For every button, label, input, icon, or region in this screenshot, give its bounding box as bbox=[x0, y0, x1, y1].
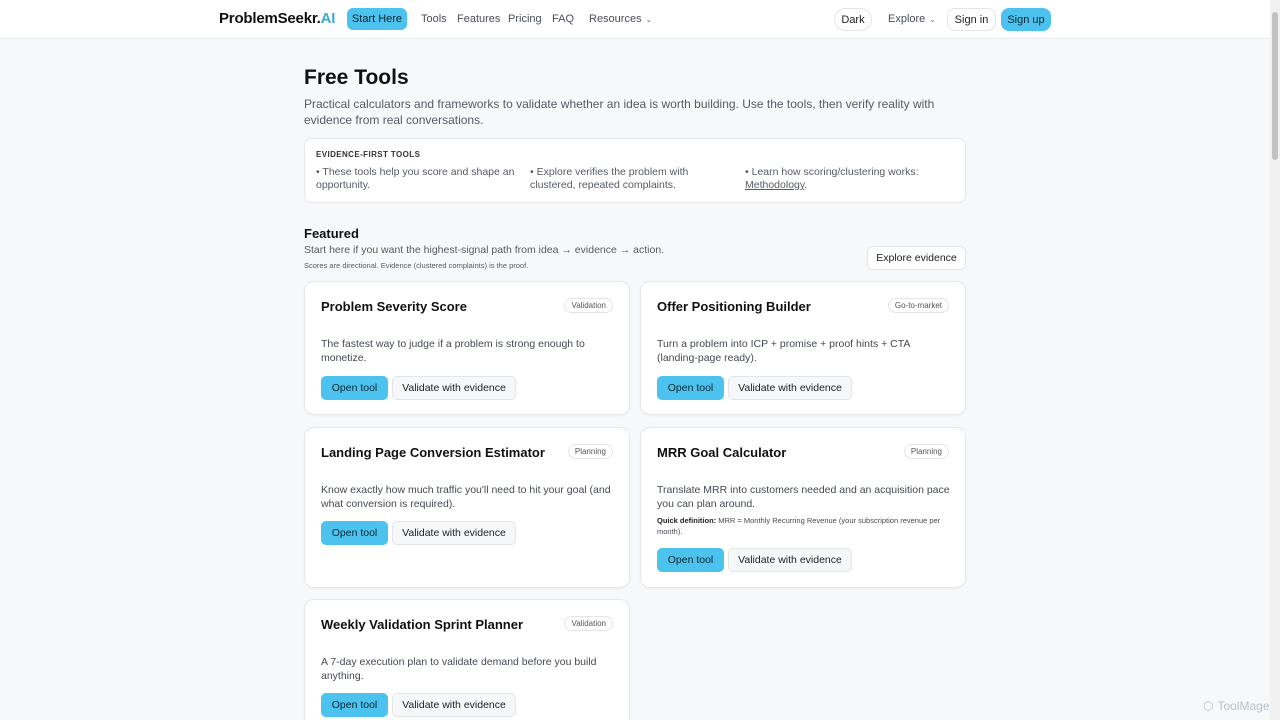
sign-in-button[interactable]: Sign in bbox=[947, 8, 996, 31]
card-title: Landing Page Conversion Estimator bbox=[321, 445, 545, 460]
methodology-suffix: . bbox=[804, 179, 808, 191]
tool-card-mrr-goal-calculator: MRR Goal Calculator Planning Translate M… bbox=[640, 427, 966, 588]
nav-link-faq[interactable]: FAQ bbox=[552, 13, 574, 25]
info-point-explore: • Explore verifies the problem with clus… bbox=[530, 166, 689, 191]
card-description: Translate MRR into customers needed and … bbox=[657, 484, 950, 510]
card-description: Know exactly how much traffic you'll nee… bbox=[321, 484, 611, 510]
methodology-link[interactable]: Methodology bbox=[745, 179, 804, 191]
page-title: Free Tools bbox=[304, 66, 409, 89]
dark-mode-toggle[interactable]: Dark bbox=[834, 8, 872, 31]
featured-heading: Featured bbox=[304, 226, 359, 241]
scrollbar-thumb[interactable] bbox=[1272, 12, 1278, 160]
tool-card-problem-severity-score: Problem Severity Score Validation The fa… bbox=[304, 281, 630, 415]
card-tag: Validation bbox=[564, 616, 613, 631]
info-point-score: • These tools help you score and shape a… bbox=[316, 166, 515, 191]
tool-card-weekly-validation-sprint-planner: Weekly Validation Sprint Planner Validat… bbox=[304, 599, 630, 720]
open-tool-button[interactable]: Open tool bbox=[321, 521, 388, 545]
featured-note: Scores are directional. Evidence (cluste… bbox=[304, 261, 529, 270]
chevron-down-icon: ⌄ bbox=[929, 15, 936, 24]
resources-label: Resources bbox=[589, 13, 642, 25]
brand-name: ProblemSeekr. bbox=[219, 10, 321, 27]
explore-evidence-button[interactable]: Explore evidence bbox=[867, 246, 966, 270]
nav-link-pricing[interactable]: Pricing bbox=[508, 13, 542, 25]
start-here-button[interactable]: Start Here bbox=[347, 8, 407, 30]
watermark: ⬡ ToolMage bbox=[1203, 699, 1270, 713]
nav-dropdown-resources[interactable]: Resources ⌄ bbox=[589, 13, 652, 25]
featured-subtitle: Start here if you want the highest-signa… bbox=[304, 244, 665, 256]
card-description: A 7-day execution plan to validate deman… bbox=[321, 656, 597, 682]
card-title: Offer Positioning Builder bbox=[657, 299, 811, 314]
sign-up-button[interactable]: Sign up bbox=[1001, 8, 1051, 31]
validate-with-evidence-button[interactable]: Validate with evidence bbox=[728, 376, 852, 400]
open-tool-button[interactable]: Open tool bbox=[657, 376, 724, 400]
nav-link-features[interactable]: Features bbox=[457, 13, 500, 25]
brand-ai-suffix: AI bbox=[320, 10, 336, 27]
tool-card-offer-positioning-builder: Offer Positioning Builder Go-to-market T… bbox=[640, 281, 966, 415]
card-title: Weekly Validation Sprint Planner bbox=[321, 617, 524, 632]
card-tag: Validation bbox=[564, 298, 613, 313]
card-title: Problem Severity Score bbox=[321, 299, 467, 314]
mrr-quick-definition: Quick definition: MRR = Monthly Recurrin… bbox=[657, 516, 951, 537]
watermark-text: ToolMage bbox=[1217, 699, 1270, 713]
card-description: Turn a problem into ICP + promise + proo… bbox=[657, 338, 910, 364]
open-tool-button[interactable]: Open tool bbox=[321, 693, 388, 717]
info-box-label: EVIDENCE-FIRST TOOLS bbox=[316, 150, 421, 159]
quick-definition-label: Quick definition: bbox=[657, 516, 717, 525]
card-tag: Planning bbox=[567, 444, 613, 459]
evidence-first-info-box: EVIDENCE-FIRST TOOLS • These tools help … bbox=[304, 138, 966, 203]
methodology-prefix: • Learn how scoring/clustering works: bbox=[745, 166, 919, 178]
explore-label: Explore bbox=[888, 13, 926, 25]
card-title: MRR Goal Calculator bbox=[657, 445, 787, 460]
top-navigation-bar: ProblemSeekr.AI Start Here Tools Feature… bbox=[0, 0, 1270, 39]
tool-card-landing-page-conversion-estimator: Landing Page Conversion Estimator Planni… bbox=[304, 427, 630, 588]
nav-dropdown-explore[interactable]: Explore ⌄ bbox=[888, 13, 936, 25]
page-intro: Practical calculators and frameworks to … bbox=[304, 97, 935, 127]
validate-with-evidence-button[interactable]: Validate with evidence bbox=[728, 548, 852, 572]
validate-with-evidence-button[interactable]: Validate with evidence bbox=[392, 521, 516, 545]
nav-link-tools[interactable]: Tools bbox=[421, 13, 447, 25]
open-tool-button[interactable]: Open tool bbox=[657, 548, 724, 572]
page-scrollbar[interactable] bbox=[1270, 0, 1280, 720]
card-description: The fastest way to judge if a problem is… bbox=[321, 338, 585, 364]
info-point-methodology: • Learn how scoring/clustering works: Me… bbox=[745, 166, 955, 192]
card-tag: Planning bbox=[903, 444, 949, 459]
brand-logo[interactable]: ProblemSeekr.AI bbox=[219, 10, 335, 27]
chevron-down-icon: ⌄ bbox=[645, 15, 653, 24]
validate-with-evidence-button[interactable]: Validate with evidence bbox=[392, 376, 516, 400]
open-tool-button[interactable]: Open tool bbox=[321, 376, 388, 400]
validate-with-evidence-button[interactable]: Validate with evidence bbox=[392, 693, 516, 717]
card-tag: Go-to-market bbox=[887, 298, 949, 313]
hexagon-logo-icon: ⬡ bbox=[1203, 699, 1214, 713]
